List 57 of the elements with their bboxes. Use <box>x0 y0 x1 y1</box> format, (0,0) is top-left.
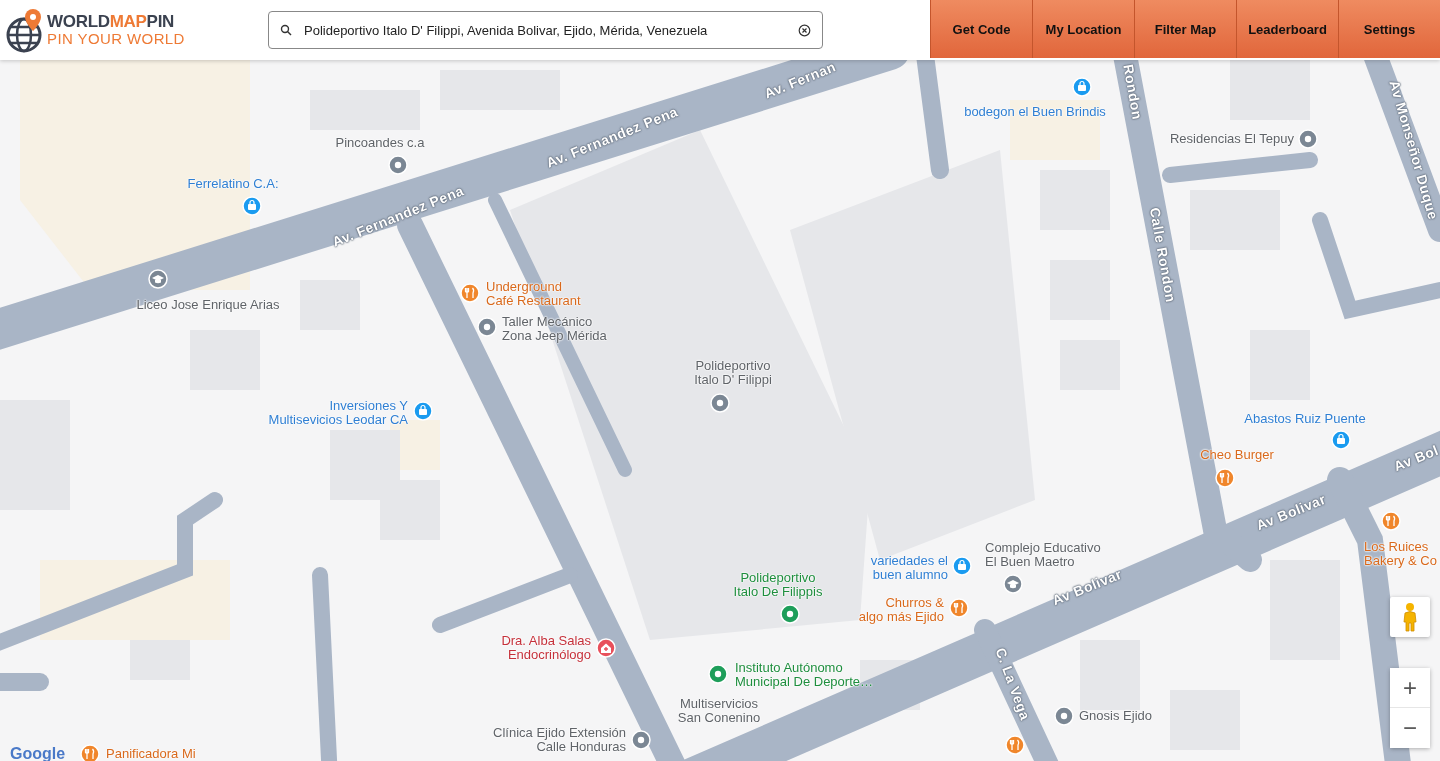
place-label[interactable]: variedades el buen alumno <box>870 554 948 582</box>
place-label[interactable]: Gnosis Ejido <box>1079 709 1152 723</box>
graduation-cap-icon[interactable] <box>148 269 168 289</box>
place-label[interactable]: Clínica Ejido Extensión Calle Honduras <box>493 726 626 754</box>
place-label[interactable]: Instituto Autónomo Municipal De Deporte… <box>735 661 873 689</box>
pin-icon[interactable] <box>1054 706 1074 726</box>
nav-button[interactable]: Filter Map <box>1134 0 1236 58</box>
place-label[interactable]: Multiservicios San Conenino <box>677 697 761 725</box>
street-view-button[interactable] <box>1390 597 1430 637</box>
pin-icon[interactable] <box>710 393 730 413</box>
nav-button[interactable]: My Location <box>1032 0 1134 58</box>
clear-icon[interactable] <box>798 23 811 37</box>
street-name: C. La Vega <box>992 645 1034 723</box>
place-label[interactable]: Polideportivo Italo D' Filippi <box>694 359 772 387</box>
place-label[interactable]: Churros & algo más Ejido <box>858 596 944 624</box>
place-label[interactable]: Inversiones Y Multisevicios Leodar CA <box>268 399 408 427</box>
street-name: Av Bol <box>1391 441 1440 475</box>
place-label[interactable]: Underground Café Restaurant <box>486 280 581 308</box>
pin-icon[interactable] <box>631 730 651 750</box>
nav-button[interactable]: Get Code <box>930 0 1032 58</box>
pin-icon[interactable] <box>388 155 408 175</box>
place-label[interactable]: Ferrelatino C.A: <box>187 177 279 191</box>
place-label[interactable]: Complejo Educativo El Buen Maetro <box>985 541 1101 569</box>
place-label[interactable]: Dra. Alba Salas Endocrinólogo <box>501 634 591 662</box>
fork-knife-icon[interactable] <box>949 598 969 618</box>
place-label[interactable]: Pincoandes c.a <box>335 136 425 150</box>
search-icon <box>280 24 292 36</box>
fork-knife-icon[interactable] <box>1005 735 1025 755</box>
medical-icon[interactable] <box>596 638 616 658</box>
pin-icon[interactable] <box>780 604 800 624</box>
street-name: Calle Rondon <box>1146 206 1180 304</box>
nav-button[interactable]: Leaderboard <box>1236 0 1338 58</box>
place-label[interactable]: Cheo Burger <box>1200 448 1274 462</box>
place-label[interactable]: Liceo Jose Enrique Arias <box>136 298 280 312</box>
pin-icon[interactable] <box>477 317 497 337</box>
fork-knife-icon[interactable] <box>1215 468 1235 488</box>
place-label[interactable]: Taller Mecánico Zona Jeep Mérida <box>502 315 607 343</box>
place-label[interactable]: Los Ruices Bakery & Co <box>1364 540 1437 568</box>
fork-knife-icon[interactable] <box>1381 511 1401 531</box>
brand-tagline: PIN YOUR WORLD <box>47 31 185 47</box>
street-name: Rondon <box>1120 63 1146 121</box>
place-label[interactable]: bodegon el Buen Brindis <box>964 105 1106 119</box>
brand-name: WORLDMAPPIN <box>47 13 176 32</box>
zoom-out-button[interactable]: − <box>1390 708 1430 748</box>
search-field[interactable]: Polideportivo Italo D' Filippi, Avenida Bolivar, Ejido, Mérida, Venezuela <box>268 11 823 49</box>
place-label[interactable]: Residencias El Tepuy <box>1169 132 1294 146</box>
place-label[interactable]: Panificadora Mi <box>106 747 196 761</box>
person-icon <box>1402 602 1418 632</box>
graduation-cap-icon[interactable] <box>1003 574 1023 594</box>
pin-icon[interactable] <box>1298 129 1318 149</box>
zoom-in-button[interactable]: + <box>1390 668 1430 708</box>
place-label[interactable]: Abastos Ruiz Puente <box>1244 412 1366 426</box>
fork-knife-icon[interactable] <box>460 283 480 303</box>
fork-knife-icon[interactable] <box>80 744 100 761</box>
nav-button[interactable]: Settings <box>1338 0 1440 58</box>
pin-icon[interactable] <box>708 664 728 684</box>
place-label[interactable]: Polideportivo Italo De Filippis <box>733 571 823 599</box>
